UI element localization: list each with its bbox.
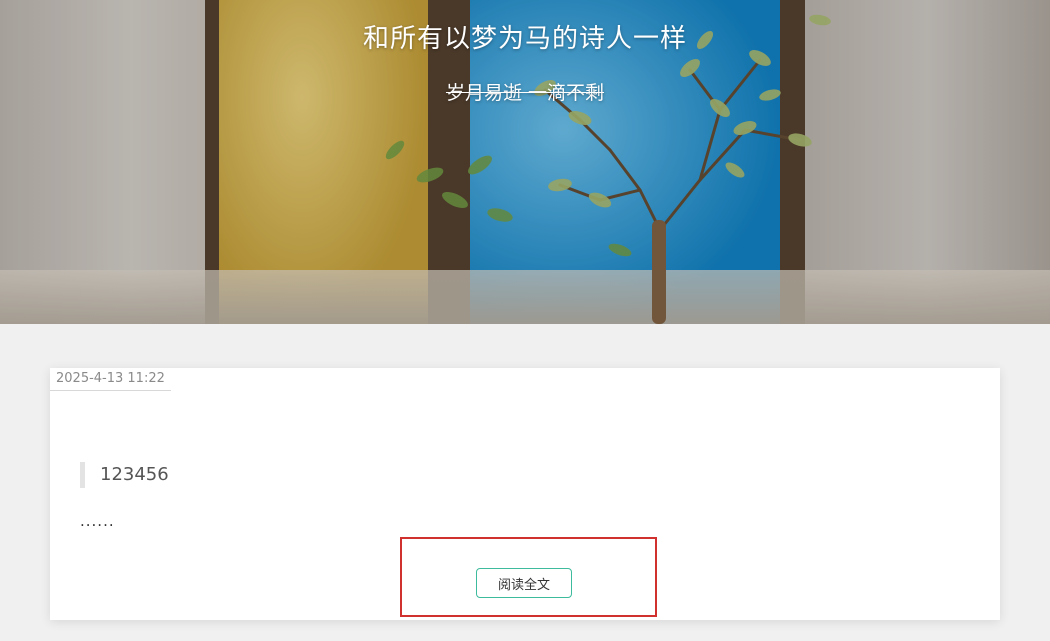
site-title: 和所有以梦为马的诗人一样 — [362, 24, 687, 54]
site-subtitle: 岁月易逝 一滴不剩 — [445, 82, 605, 104]
post-excerpt: ...... — [80, 512, 115, 530]
hero-banner: 和所有以梦为马的诗人一样 岁月易逝 一滴不剩 — [0, 0, 1050, 324]
post-date: 2025-4-13 11:22 — [50, 368, 171, 391]
post-quote: 123456 — [80, 462, 169, 488]
annotation-highlight-box — [400, 537, 657, 617]
